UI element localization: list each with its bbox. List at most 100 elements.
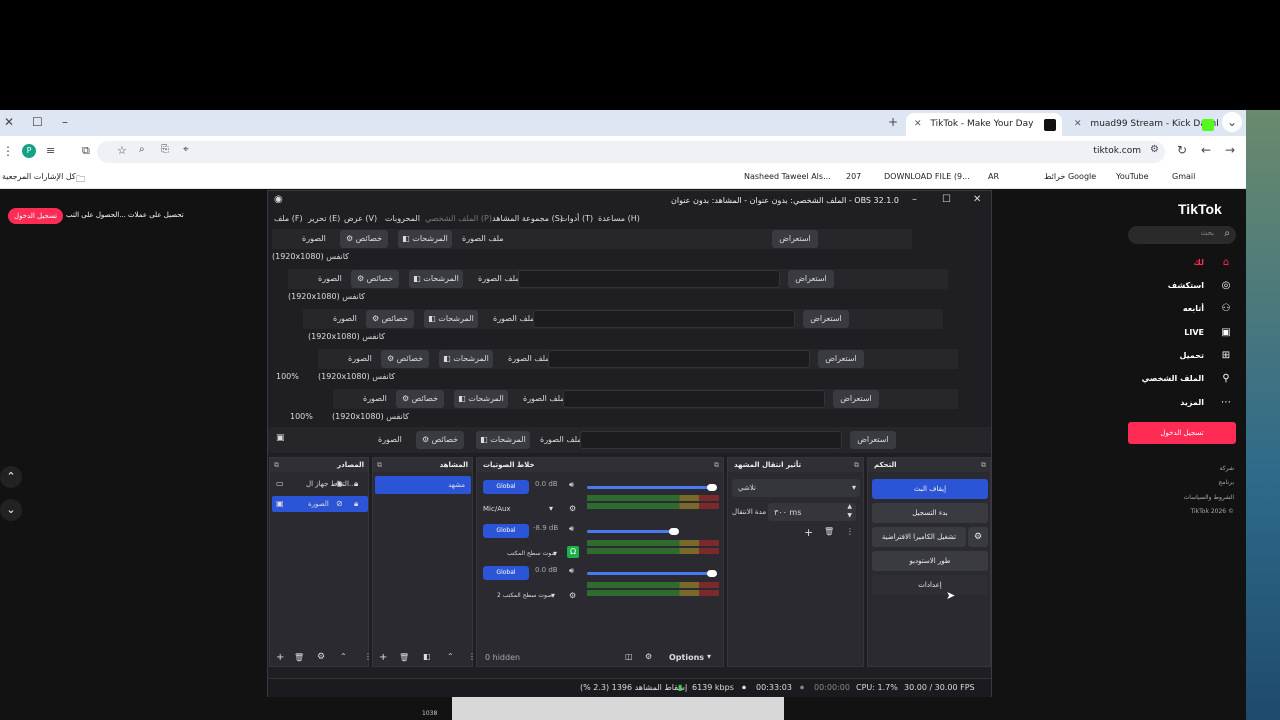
nav-more[interactable]: المزيد <box>1180 398 1204 407</box>
cast-icon[interactable]: ⌖ <box>183 144 189 155</box>
advanced-audio-icon[interactable]: ⚙ <box>645 652 652 661</box>
browse-button[interactable]: استعراض <box>850 431 896 449</box>
menu-docks[interactable]: المحروبات <box>385 214 420 223</box>
menu-icon[interactable]: ⋮ <box>2 144 14 158</box>
trash-icon[interactable]: 🗑︎ <box>824 527 834 536</box>
reload-icon[interactable]: ↻ <box>1177 143 1187 157</box>
site-info-icon[interactable]: ⚙ <box>1150 144 1159 155</box>
settings-button[interactable]: إعدادات <box>872 575 988 595</box>
forward-icon[interactable]: → <box>1225 143 1235 157</box>
scroll-up-button[interactable]: ⌃ <box>0 466 22 488</box>
close-window-icon[interactable]: ✕ <box>4 115 14 129</box>
source-item[interactable]: ▭ التقاط جهاز ال... ◉ 🔒︎ <box>272 476 368 492</box>
volume-knob[interactable] <box>707 484 717 491</box>
nav-profile[interactable]: الملف الشخصي <box>1142 374 1204 383</box>
hidden-eye-icon[interactable]: ⊘ <box>336 499 343 508</box>
global-button[interactable]: Global <box>483 480 529 494</box>
speaker-icon[interactable]: 🔊︎ <box>569 566 574 576</box>
close-icon[interactable]: ✕ <box>973 194 981 205</box>
footer-terms[interactable]: الشروط والسياسات <box>1184 494 1234 501</box>
browse-button[interactable]: استعراض <box>803 310 849 328</box>
address-bar[interactable]: ☆ ⌕ ⎘ ⌖ tiktok.com ⚙ <box>97 141 1165 163</box>
browse-button[interactable]: استعراض <box>772 230 818 248</box>
filters-button[interactable]: ◧ المرشحات <box>476 431 530 449</box>
monitoring-headphones-icon[interactable]: Ω <box>567 546 579 558</box>
menu-profile[interactable]: الملف الشخصي (P) <box>425 214 492 223</box>
tab-close-icon[interactable]: ✕ <box>1074 119 1082 129</box>
volume-knob[interactable] <box>669 528 679 535</box>
menu-help[interactable]: مساعدة (H) <box>598 214 640 223</box>
speaker-icon[interactable]: 🔊︎ <box>569 524 574 534</box>
get-coins-link[interactable]: تحصيل على عملات <box>128 211 184 219</box>
nav-upload[interactable]: تحميل <box>1179 351 1204 360</box>
menu-edit[interactable]: تحرير (E) <box>308 214 340 223</box>
browse-button[interactable]: استعراض <box>818 350 864 368</box>
filters-button[interactable]: ◧ المرشحات <box>409 270 463 288</box>
start-recording-button[interactable]: بدء التسجيل <box>872 503 988 523</box>
menu-tools[interactable]: أدوات (T) <box>560 214 593 223</box>
bookmark-ar[interactable]: AR <box>988 172 999 181</box>
undock-icon[interactable]: ⧉ <box>981 458 986 472</box>
add-icon[interactable]: + <box>276 652 284 663</box>
undock-icon[interactable]: ⧉ <box>714 458 719 472</box>
bookmark-nasheed[interactable]: Nasheed Taweel Als... <box>744 172 831 181</box>
dropdown-arrow-icon[interactable]: ▾ <box>549 504 553 513</box>
filters-button[interactable]: ◧ المرشحات <box>398 230 452 248</box>
extensions-icon[interactable]: ⧉ <box>82 144 90 158</box>
maximize-icon[interactable]: ☐ <box>32 115 43 129</box>
nav-explore[interactable]: استكشف <box>1168 281 1204 290</box>
menu-scene-collection[interactable]: مجموعة المشاهد (S) <box>492 214 563 223</box>
undock-icon[interactable]: ⧉ <box>854 458 859 472</box>
all-bookmarks[interactable]: كل الإشارات المرجعية <box>2 172 76 181</box>
properties-button[interactable]: ⚙ خصائص <box>351 270 399 288</box>
properties-button[interactable]: ⚙ خصائص <box>396 390 444 408</box>
file-path-field[interactable] <box>518 270 780 288</box>
source-item-selected[interactable]: ▣ الصورة ⊘ 🔒︎ <box>272 496 368 512</box>
tab-tiktok[interactable]: ✕ TikTok - Make Your Day <box>906 113 1062 136</box>
volume-slider[interactable] <box>587 530 677 533</box>
spin-up-icon[interactable]: ▲ <box>847 503 852 510</box>
mixer-layout-icon[interactable]: ◫ <box>625 652 633 661</box>
filters-button[interactable]: ◧ المرشحات <box>439 350 493 368</box>
properties-button[interactable]: ⚙ خصائص <box>340 230 388 248</box>
signup-button[interactable]: تسجيل الدخول <box>8 208 64 224</box>
properties-button[interactable]: ⚙ خصائص <box>366 310 414 328</box>
trash-icon[interactable]: 🗑︎ <box>294 653 304 662</box>
dropdown-arrow-icon[interactable]: ▾ <box>551 591 555 600</box>
volume-slider[interactable] <box>587 486 715 489</box>
scene-filter-icon[interactable]: ◧ <box>423 652 431 661</box>
options-menu[interactable]: Options <box>669 653 704 662</box>
search-icon[interactable]: ⌕ <box>1224 228 1230 239</box>
settings-icon[interactable]: ⚙ <box>569 504 576 513</box>
bookmark-star-icon[interactable]: ☆ <box>117 144 127 157</box>
filters-button[interactable]: ◧ المرشحات <box>454 390 508 408</box>
menu-file[interactable]: ملف (F) <box>274 214 303 223</box>
back-icon[interactable]: ← <box>1201 143 1211 157</box>
visibility-eye-icon[interactable]: ◉ <box>336 479 343 488</box>
studio-mode-button[interactable]: طور الاستوديو <box>872 551 988 571</box>
undock-icon[interactable]: ⧉ <box>377 458 382 472</box>
login-button[interactable]: تسجيل الدخول <box>1128 422 1236 444</box>
new-tab-icon[interactable]: + <box>888 115 898 129</box>
add-icon[interactable]: + <box>804 526 813 539</box>
bookmark-maps[interactable]: خرائط Google <box>1044 172 1096 181</box>
browse-button[interactable]: استعراض <box>833 390 879 408</box>
minimize-icon[interactable]: – <box>912 194 917 205</box>
get-app-link[interactable]: الحصول على التب... <box>66 211 126 219</box>
profile-avatar[interactable]: P <box>22 144 36 158</box>
stop-streaming-button[interactable]: إيقاف البث <box>872 479 988 499</box>
more-icon[interactable]: ⋮ <box>846 527 854 536</box>
footer-company[interactable]: شركة <box>1220 465 1234 472</box>
nav-following[interactable]: أتابعه <box>1183 304 1204 313</box>
properties-button[interactable]: ⚙ خصائص <box>416 431 464 449</box>
gear-icon[interactable]: ⚙ <box>968 527 988 547</box>
tab-list-icon[interactable]: ≡ <box>46 144 55 157</box>
spin-down-icon[interactable]: ▼ <box>847 512 852 519</box>
browse-button[interactable]: استعراض <box>788 270 834 288</box>
scroll-down-button[interactable]: ⌄ <box>0 499 22 521</box>
bookmark-youtube[interactable]: YouTube <box>1116 172 1149 181</box>
file-path-field[interactable] <box>548 350 810 368</box>
speaker-icon[interactable]: 🔊︎ <box>569 480 574 490</box>
move-up-icon[interactable]: ⌃ <box>447 652 454 661</box>
more-icon[interactable]: ⋮ <box>364 652 372 661</box>
